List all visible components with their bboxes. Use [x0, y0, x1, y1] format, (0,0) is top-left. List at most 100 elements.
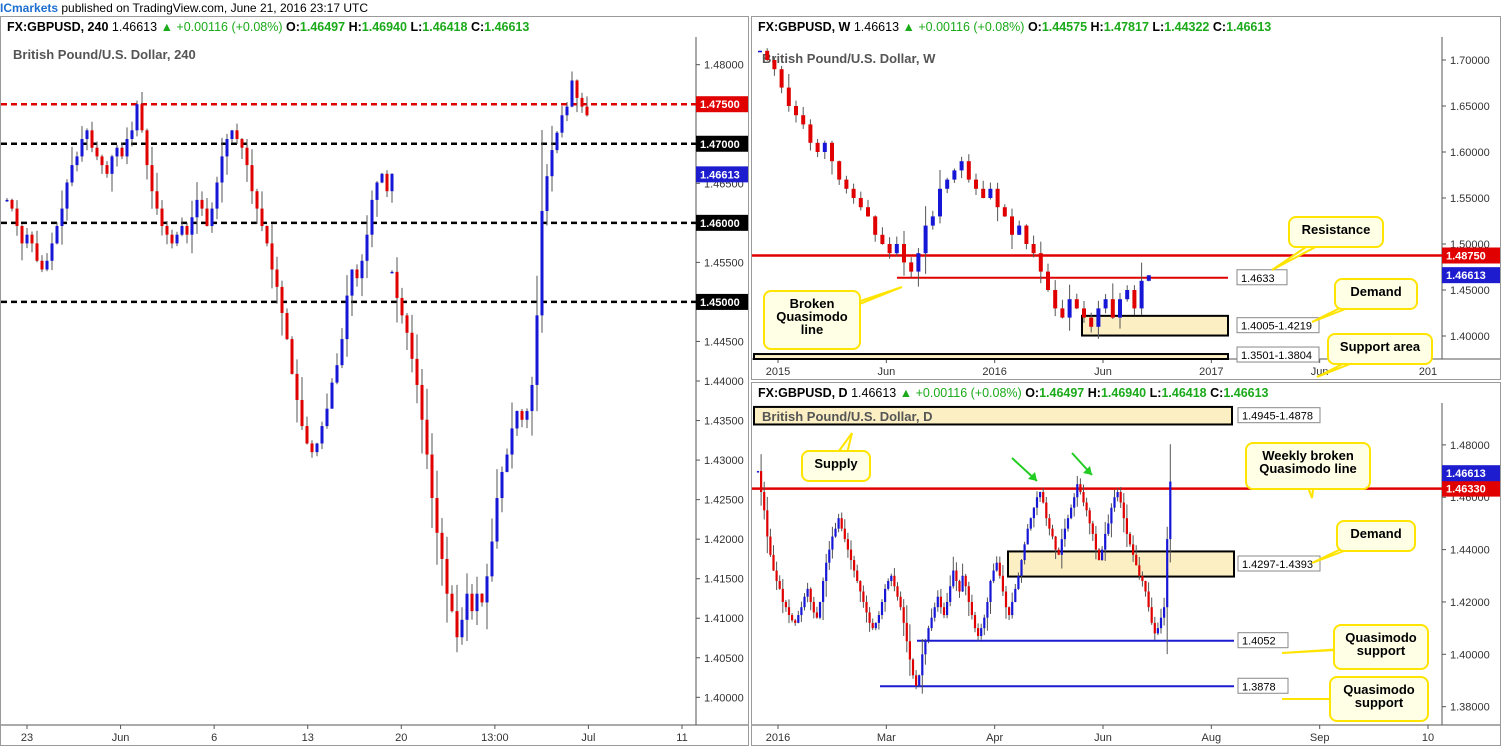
h4-close: 1.46613	[484, 20, 530, 34]
daily-candle-body	[1150, 607, 1153, 623]
daily-candle-body	[893, 575, 896, 587]
weekly-y-tick-label: 1.60000	[1450, 147, 1490, 159]
daily-candle-body	[828, 549, 831, 563]
h4-candle-body	[335, 365, 339, 383]
h4-candle-body	[380, 173, 384, 183]
h4-candle-body	[410, 332, 414, 359]
weekly-y-tick-label: 1.45000	[1450, 285, 1490, 297]
daily-wqm-callout-text: Quasimodo line	[1259, 461, 1357, 476]
daily-x-tick-label: Apr	[986, 732, 1003, 744]
daily-candle-body	[1054, 536, 1057, 550]
h4-level-tag: 1.46000	[700, 218, 740, 230]
h4-candle-body	[565, 106, 569, 116]
daily-candle-body	[908, 641, 911, 660]
weekly-candle-body	[1110, 299, 1115, 318]
h4-candle-body	[400, 297, 404, 316]
weekly-candle-body	[1010, 216, 1014, 235]
weekly-candle-body	[1139, 280, 1144, 309]
h4-candle-body	[280, 286, 284, 313]
h4-candle-body	[300, 399, 304, 427]
h4-candle-body	[465, 593, 469, 620]
daily-candle-body	[1163, 607, 1166, 618]
weekly-candle-body	[1146, 275, 1151, 281]
h4-candle-body	[120, 147, 124, 157]
daily-candle-body	[1001, 575, 1004, 592]
h4-y-tick-label: 1.41500	[704, 574, 744, 586]
daily-candle-body	[794, 620, 797, 623]
daily-zone-label: 1.4052	[1242, 636, 1276, 648]
h4-candle-body	[495, 498, 499, 542]
publisher-name[interactable]: ICmarkets	[0, 1, 58, 15]
h4-symbol[interactable]: FX:GBPUSD, 240	[7, 20, 108, 34]
weekly-chart[interactable]: 1.700001.650001.600001.550001.500001.450…	[752, 37, 1501, 379]
daily-candle-body	[834, 528, 837, 537]
h4-candle-body	[85, 130, 89, 140]
weekly-candle-body	[1132, 290, 1137, 309]
daily-candle-body	[933, 607, 936, 618]
weekly-chart-panel[interactable]: FX:GBPUSD, W 1.46613 ▲ +0.00116 (+0.08%)…	[751, 16, 1501, 380]
h4-x-tick-label: 11	[676, 732, 687, 744]
daily-y-tick-label: 1.40000	[1450, 649, 1490, 661]
h4-candle-body	[180, 226, 184, 235]
weekly-open: 1.44575	[1041, 20, 1088, 34]
weekly-candle-body	[851, 188, 856, 198]
daily-candle-body	[1035, 497, 1039, 508]
daily-candle-body	[1023, 544, 1026, 561]
weekly-candle-body	[930, 216, 935, 226]
h4-candle-body	[250, 165, 254, 192]
daily-candle-body	[862, 591, 865, 602]
weekly-candle-body	[952, 170, 957, 180]
weekly-symbol[interactable]: FX:GBPUSD, W	[758, 20, 850, 34]
daily-candle-body	[915, 675, 918, 686]
weekly-candle-body	[873, 216, 878, 235]
h4-chart-panel[interactable]: FX:GBPUSD, 240 1.46613 ▲ +0.00116 (+0.08…	[0, 16, 749, 746]
h4-candle-body	[545, 176, 549, 211]
daily-candle-body	[961, 575, 964, 592]
daily-chart[interactable]: 1.480001.460001.440001.420001.400001.380…	[752, 403, 1501, 745]
weekly-x-tick-label: 201	[1419, 366, 1437, 378]
weekly-candle-body	[887, 244, 892, 254]
daily-symbol[interactable]: FX:GBPUSD, D	[758, 386, 848, 400]
daily-candle-body	[849, 549, 853, 561]
daily-candle-body	[983, 617, 986, 629]
h4-candle-body	[190, 217, 194, 235]
weekly-candle-body	[808, 124, 813, 143]
h4-candle-body	[90, 130, 94, 148]
h4-candle-body	[40, 260, 44, 270]
h4-candle-body	[500, 471, 504, 499]
h4-candle-body	[115, 147, 119, 157]
weekly-candle-body	[1125, 290, 1130, 300]
daily-candle-body	[973, 615, 977, 629]
daily-low: 1.46418	[1161, 386, 1207, 400]
h4-candle-body	[415, 358, 419, 385]
daily-candle-body	[1094, 533, 1097, 550]
h4-open: 1.46497	[299, 20, 346, 34]
h4-chart[interactable]: 1.480001.475001.470001.465001.460001.455…	[1, 37, 749, 745]
h4-candle-body	[440, 532, 444, 559]
weekly-y-tick-label: 1.65000	[1450, 101, 1490, 113]
h4-y-tick-label: 1.40500	[704, 653, 744, 665]
h4-candle-body	[320, 426, 324, 444]
h4-candle-body	[160, 208, 164, 227]
daily-x-tick-label: 10	[1422, 732, 1434, 744]
h4-candle-body	[205, 208, 209, 227]
h4-candle-body	[290, 339, 294, 374]
daily-candle-body	[958, 581, 961, 592]
daily-chart-panel[interactable]: FX:GBPUSD, D 1.46613 ▲ +0.00116 (+0.08%)…	[751, 382, 1501, 746]
h4-candle-body	[460, 619, 464, 638]
daily-candle-body	[781, 588, 784, 602]
h4-candle-body	[55, 226, 59, 244]
h4-candle-body	[130, 130, 134, 140]
daily-candle-body	[1107, 523, 1110, 534]
h4-candle-body	[50, 243, 54, 261]
h4-candle-body	[375, 182, 379, 200]
weekly-candle-body	[1024, 225, 1029, 244]
daily-candle-body	[1060, 539, 1063, 555]
h4-candle-body	[295, 373, 299, 400]
h4-candle-body	[405, 315, 409, 333]
daily-candle-body	[905, 622, 908, 642]
daily-close: 1.46613	[1223, 386, 1269, 400]
daily-candle-body	[942, 607, 946, 616]
daily-candle-body	[812, 601, 815, 613]
h4-candle-body	[395, 271, 399, 298]
